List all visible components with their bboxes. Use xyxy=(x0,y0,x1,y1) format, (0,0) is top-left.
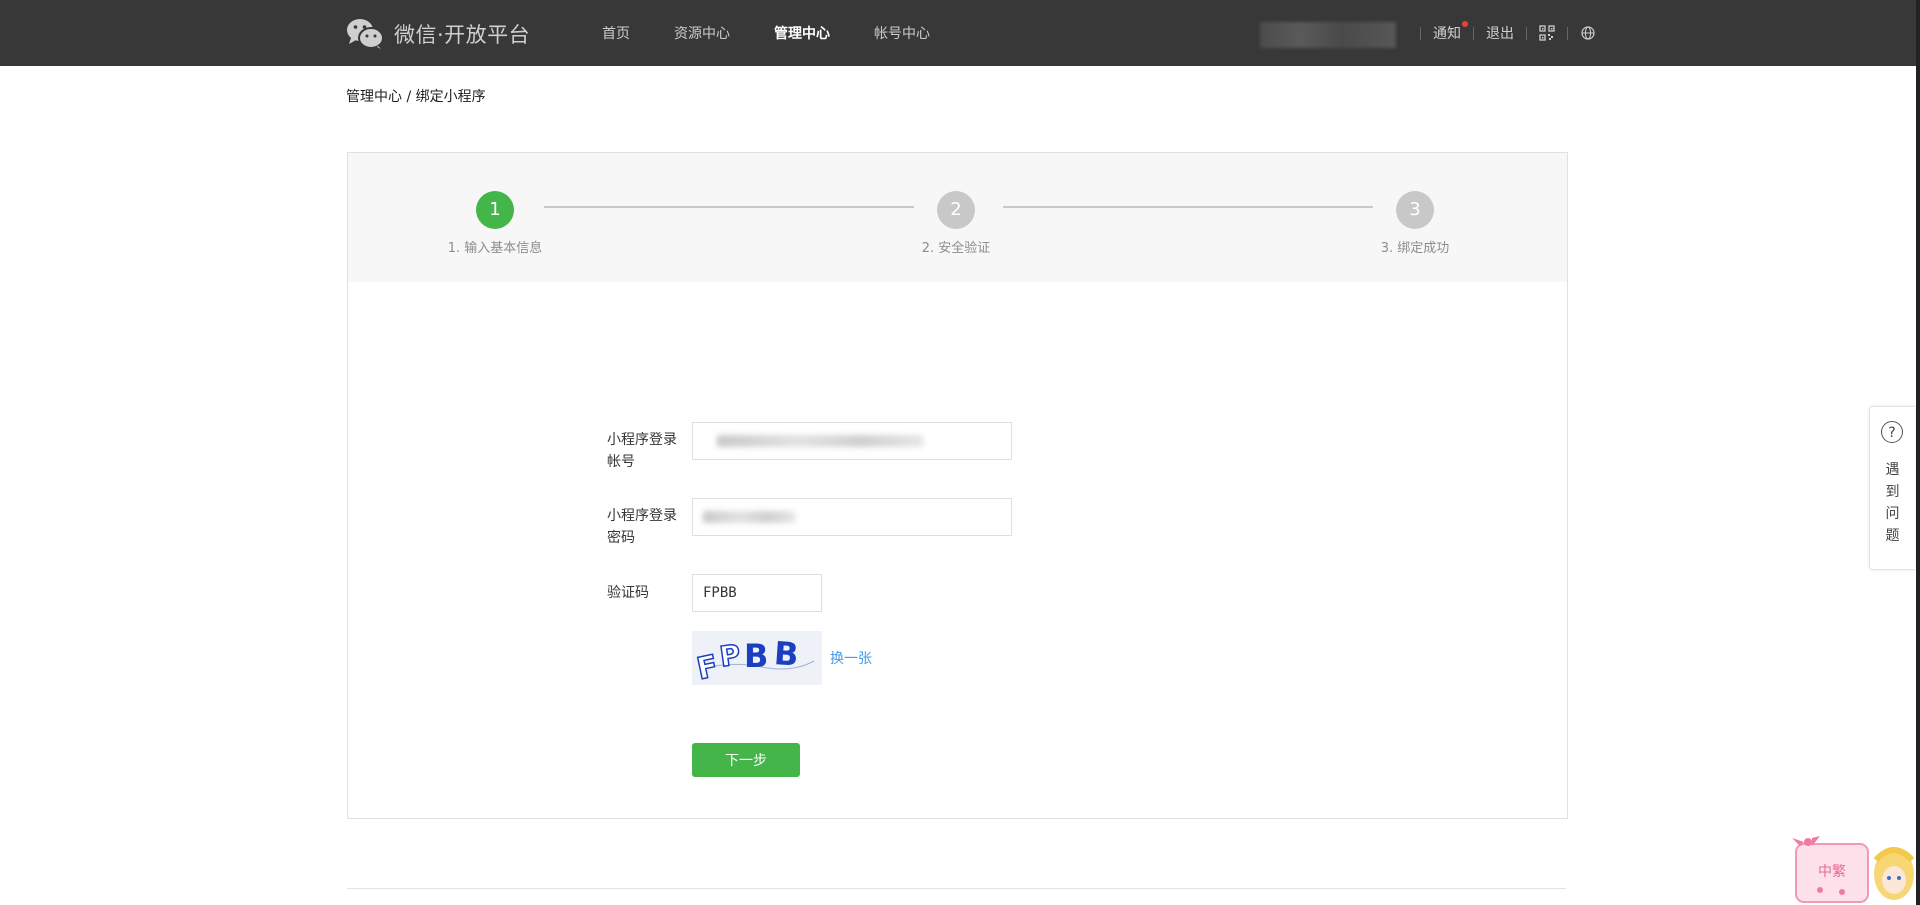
help-question-icon: ? xyxy=(1881,421,1903,443)
account-name-redacted[interactable] xyxy=(1260,22,1396,48)
wechat-logo-icon xyxy=(347,19,384,49)
captcha-graphic: F P B B xyxy=(692,631,822,685)
nav-management[interactable]: 管理中心 xyxy=(774,23,830,43)
window-edge xyxy=(1916,0,1920,905)
bind-miniprogram-card: 1 2 3 1. 输入基本信息 2. 安全验证 3. 绑定成功 小程序登录帐号 … xyxy=(347,152,1568,819)
password-input[interactable] xyxy=(692,498,1012,536)
step-3-circle: 3 xyxy=(1396,191,1434,229)
main-nav: 首页 资源中心 管理中心 帐号中心 xyxy=(602,0,974,66)
password-value-redacted xyxy=(703,511,795,523)
step-1-label: 1. 输入基本信息 xyxy=(447,241,543,256)
nav-home[interactable]: 首页 xyxy=(602,23,630,43)
divider xyxy=(1567,26,1568,40)
help-label: 遇到问题 xyxy=(1885,462,1900,544)
nav-resources[interactable]: 资源中心 xyxy=(674,23,730,43)
captcha-label: 验证码 xyxy=(607,585,649,601)
divider xyxy=(1473,26,1474,40)
step-2-label: 2. 安全验证 xyxy=(921,241,991,256)
captcha-image[interactable]: F P B B xyxy=(692,631,822,685)
next-step-button[interactable]: 下一步 xyxy=(692,743,800,777)
password-label: 小程序登录密码 xyxy=(607,508,677,546)
logo-text: 微信·开放平台 xyxy=(394,23,531,47)
qrcode-icon[interactable] xyxy=(1539,25,1555,41)
account-input[interactable] xyxy=(692,422,1012,460)
account-label: 小程序登录帐号 xyxy=(607,432,677,470)
step-1-circle: 1 xyxy=(476,191,514,229)
nav-account[interactable]: 帐号中心 xyxy=(874,23,930,43)
refresh-captcha-link[interactable]: 换一张 xyxy=(830,648,872,668)
svg-text:B: B xyxy=(744,637,768,675)
step-2-circle: 2 xyxy=(937,191,975,229)
svg-text:B: B xyxy=(773,634,800,674)
account-value-redacted xyxy=(717,435,923,447)
notice-dot-badge xyxy=(1462,21,1468,27)
notice-link[interactable]: 通知 xyxy=(1433,21,1468,43)
translation-mascot-icon[interactable]: 中繁 xyxy=(1790,830,1916,905)
step-connector xyxy=(1003,206,1373,208)
step-3-label: 3. 绑定成功 xyxy=(1380,241,1450,256)
notice-label: 通知 xyxy=(1433,26,1461,42)
logout-link[interactable]: 退出 xyxy=(1486,23,1514,43)
divider xyxy=(1420,26,1421,40)
top-navbar: 微信·开放平台 首页 资源中心 管理中心 帐号中心 通知 退出 xyxy=(0,0,1916,66)
help-float-button[interactable]: ? 遇到问题 xyxy=(1869,406,1915,570)
step-progress: 1 2 3 1. 输入基本信息 2. 安全验证 3. 绑定成功 xyxy=(348,153,1567,282)
step-connector xyxy=(544,206,914,208)
logo[interactable]: 微信·开放平台 xyxy=(346,18,530,50)
header-right-links: 通知 退出 xyxy=(1408,0,1596,66)
globe-icon[interactable] xyxy=(1580,25,1596,41)
breadcrumb: 管理中心 / 绑定小程序 xyxy=(346,89,486,105)
footer-divider xyxy=(347,888,1566,889)
mascot-text: 中繁 xyxy=(1818,864,1846,880)
divider xyxy=(1526,26,1527,40)
captcha-input[interactable] xyxy=(692,574,822,612)
